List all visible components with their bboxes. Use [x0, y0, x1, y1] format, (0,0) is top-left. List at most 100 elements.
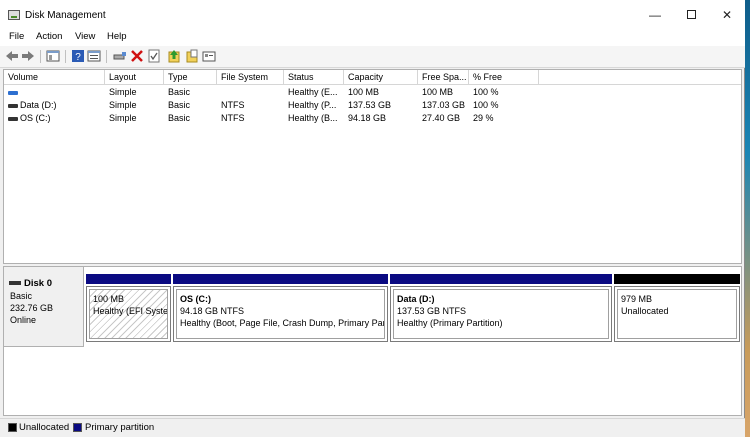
- back-icon[interactable]: [5, 49, 19, 63]
- legend-primary-partition: Primary partition: [85, 422, 155, 433]
- volume-name: OS (C:): [20, 113, 51, 123]
- column-header-free-space[interactable]: Free Spa...: [418, 70, 469, 85]
- toolbar: ?: [0, 46, 745, 68]
- primary-partition-bar: [173, 274, 388, 284]
- partition-size: 137.53 GB NTFS: [397, 306, 467, 316]
- partition-name: OS (C:): [180, 294, 211, 304]
- menu-action[interactable]: Action: [36, 31, 62, 42]
- capacity-cell: 137.53 GB: [348, 100, 392, 110]
- unallocated-swatch: [8, 423, 17, 432]
- partition-size: 100 MB: [93, 294, 125, 304]
- partition-unallocated[interactable]: 979 MB Unallocated: [614, 274, 740, 342]
- partition-inner: 979 MB Unallocated: [617, 289, 737, 339]
- file-system-cell: NTFS: [221, 113, 245, 123]
- volume-cell: [4, 86, 105, 99]
- partition-status: Healthy (Boot, Page File, Crash Dump, Pr…: [180, 318, 385, 328]
- forward-icon[interactable]: [21, 49, 35, 63]
- column-header-status[interactable]: Status: [284, 70, 344, 85]
- primary-partition-swatch: [73, 423, 82, 432]
- connect-icon[interactable]: [113, 49, 127, 63]
- partition-status: Unallocated: [621, 306, 669, 316]
- percent-free-cell: 100 %: [473, 100, 499, 110]
- toolbar-separator: [106, 50, 107, 63]
- column-header-type[interactable]: Type: [164, 70, 217, 85]
- up-icon[interactable]: [167, 49, 181, 63]
- status-cell: Healthy (P...: [288, 100, 337, 110]
- volume-icon: [8, 103, 18, 108]
- properties-icon[interactable]: [87, 49, 101, 63]
- window-title: Disk Management: [25, 10, 106, 21]
- type-cell: Basic: [168, 100, 191, 110]
- file-system-cell: NTFS: [221, 100, 245, 110]
- title-bar: Disk Management — ✕: [0, 0, 745, 28]
- export-icon[interactable]: [185, 49, 199, 63]
- disk-name-text: Disk 0: [24, 278, 52, 289]
- partition-data-d[interactable]: Data (D:) 137.53 GB NTFS Healthy (Primar…: [390, 274, 612, 342]
- layout-cell: Simple: [109, 113, 137, 123]
- partition-inner: Data (D:) 137.53 GB NTFS Healthy (Primar…: [393, 289, 609, 339]
- table-row[interactable]: OS (C:) Simple Basic NTFS Healthy (B... …: [4, 112, 741, 125]
- free-space-cell: 137.03 GB: [422, 100, 466, 110]
- partition-inner: 100 MB Healthy (EFI System Partition): [89, 289, 168, 339]
- primary-partition-bar: [390, 274, 612, 284]
- percent-free-cell: 29 %: [473, 113, 494, 123]
- table-row[interactable]: Data (D:) Simple Basic NTFS Healthy (P..…: [4, 99, 741, 112]
- partition-status: Healthy (Primary Partition): [397, 318, 503, 328]
- menu-bar: File Action View Help: [0, 28, 745, 46]
- capacity-cell: 94.18 GB: [348, 113, 387, 123]
- disk-0-label[interactable]: Disk 0 Basic 232.76 GB Online: [4, 267, 84, 347]
- status-cell: Healthy (B...: [288, 113, 338, 123]
- partition-size: 94.18 GB NTFS: [180, 306, 245, 316]
- partition-body: OS (C:) 94.18 GB NTFS Healthy (Boot, Pag…: [173, 286, 388, 342]
- column-header-volume[interactable]: Volume: [4, 70, 105, 85]
- partition-os-c[interactable]: OS (C:) 94.18 GB NTFS Healthy (Boot, Pag…: [173, 274, 388, 342]
- help-icon[interactable]: ?: [71, 49, 85, 63]
- volume-icon: [8, 116, 18, 121]
- partition-size: 979 MB: [621, 294, 653, 304]
- free-space-cell: 27.40 GB: [422, 113, 461, 123]
- file-system-cell: [217, 86, 284, 99]
- column-header-file-system[interactable]: File System: [217, 70, 284, 85]
- disk-management-app-icon: [8, 10, 20, 20]
- type-cell: Basic: [168, 87, 191, 97]
- volume-icon: [8, 90, 18, 95]
- disk-graphical-view: Disk 0 Basic 232.76 GB Online 100 MB Hea…: [3, 266, 742, 416]
- primary-partition-bar: [86, 274, 171, 284]
- partition-body: 979 MB Unallocated: [614, 286, 740, 342]
- percent-free-cell: 100 %: [473, 87, 499, 97]
- column-header-layout[interactable]: Layout: [105, 70, 164, 85]
- disk-name: Disk 0: [9, 278, 52, 289]
- partition-name: Data (D:): [397, 294, 435, 304]
- volume-list-header: Volume Layout Type File System Status Ca…: [4, 70, 741, 85]
- menu-help[interactable]: Help: [107, 31, 127, 42]
- unallocated-bar: [614, 274, 740, 284]
- menu-view[interactable]: View: [75, 31, 95, 42]
- partition-status: Healthy (EFI System Partition): [93, 306, 168, 316]
- disk-size: 232.76 GB: [10, 303, 54, 313]
- delete-icon[interactable]: [130, 49, 144, 63]
- volume-cell: OS (C:): [4, 112, 105, 125]
- table-row[interactable]: Simple Basic Healthy (E... 100 MB 100 MB…: [4, 86, 741, 99]
- layout-cell: Simple: [109, 100, 137, 110]
- column-header-percent-free[interactable]: % Free: [469, 70, 539, 85]
- disk-icon: [9, 281, 21, 286]
- svg-text:?: ?: [75, 52, 81, 63]
- maximize-icon: [686, 10, 696, 19]
- maximize-button[interactable]: [676, 6, 706, 24]
- volume-cell: Data (D:): [4, 99, 105, 112]
- capacity-cell: 100 MB: [348, 87, 380, 97]
- volume-name: Data (D:): [20, 100, 57, 110]
- close-button[interactable]: ✕: [712, 6, 742, 24]
- disk-state: Online: [10, 315, 37, 325]
- partition-efi[interactable]: 100 MB Healthy (EFI System Partition): [86, 274, 171, 342]
- disk-management-window: Disk Management — ✕ File Action View Hel…: [0, 0, 745, 437]
- partition-inner: OS (C:) 94.18 GB NTFS Healthy (Boot, Pag…: [176, 289, 385, 339]
- column-header-capacity[interactable]: Capacity: [344, 70, 418, 85]
- disk-type: Basic: [10, 291, 33, 301]
- show-hide-console-tree-icon[interactable]: [46, 49, 60, 63]
- type-cell: Basic: [168, 113, 191, 123]
- minimize-button[interactable]: —: [640, 6, 670, 24]
- check-icon[interactable]: [147, 49, 161, 63]
- settings-icon[interactable]: [202, 49, 216, 63]
- menu-file[interactable]: File: [9, 31, 24, 42]
